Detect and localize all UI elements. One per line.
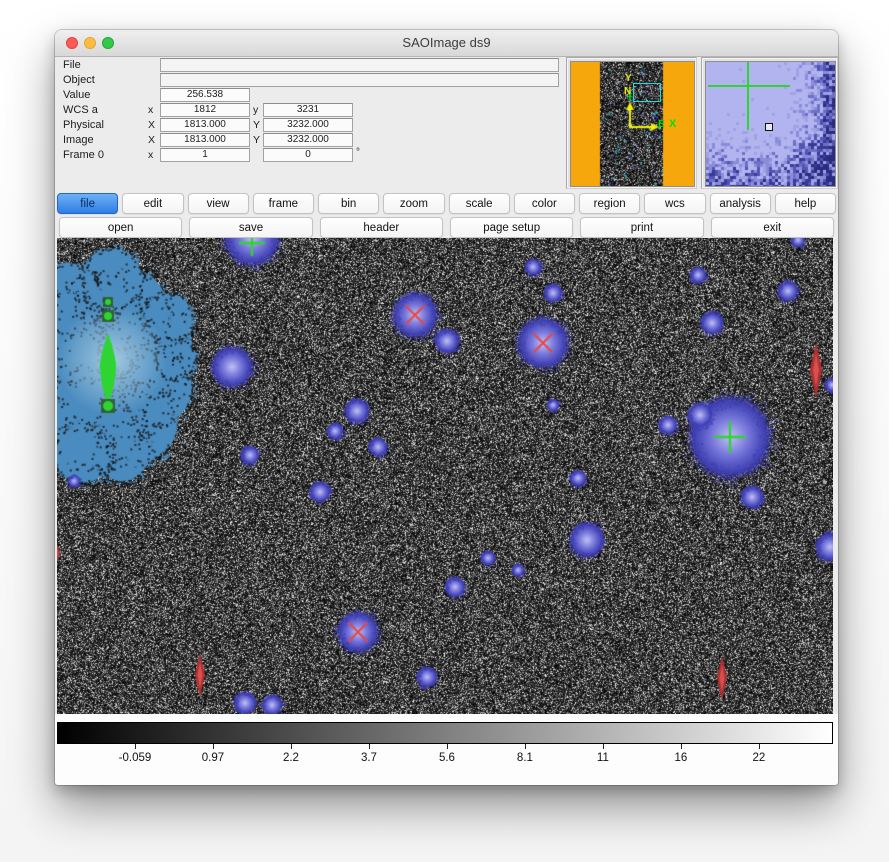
colorbar-tick-label: 8.1 — [517, 752, 533, 764]
info-row-image: Image X 1813.000 Y 3232.000 — [55, 133, 565, 148]
physical-x-field: 1813.000 — [160, 118, 250, 132]
wcs-x-label: x — [148, 104, 153, 116]
print-button[interactable]: print — [580, 217, 703, 238]
frame-x-label: x — [148, 149, 153, 161]
open-button[interactable]: open — [59, 217, 182, 238]
physical-x-label: X — [148, 119, 155, 131]
wcs-label: WCS a — [63, 104, 98, 116]
file-field[interactable] — [160, 58, 559, 72]
file-label: File — [63, 59, 81, 71]
info-row-frame: Frame 0 x 1 0 ° — [55, 148, 565, 163]
physical-label: Physical — [63, 119, 104, 131]
colorbar-tickmark — [213, 744, 214, 749]
image-label: Image — [63, 134, 94, 146]
magnifier-center-box — [765, 123, 773, 131]
colorbar-tickmark — [447, 744, 448, 749]
info-row-file: File — [55, 58, 565, 73]
colorbar-tickmark — [135, 744, 136, 749]
magnifier-crosshair-horizontal — [708, 85, 790, 87]
value-label: Value — [63, 89, 90, 101]
colorbar-tick-label: 3.7 — [361, 752, 377, 764]
exit-button[interactable]: exit — [711, 217, 834, 238]
menu-wcs[interactable]: wcs — [644, 193, 705, 214]
magnifier-crosshair-vertical — [747, 62, 749, 130]
info-panel: File Object Value 256.538 WCS a x 1812 y… — [55, 58, 565, 194]
menu-bar: file edit view frame bin zoom scale colo… — [57, 193, 836, 214]
image-display[interactable] — [57, 238, 833, 714]
frame-zoom-field: 1 — [160, 148, 250, 162]
info-row-wcs: WCS a x 1812 y 3231 — [55, 103, 565, 118]
menu-zoom[interactable]: zoom — [383, 193, 444, 214]
menu-region[interactable]: region — [579, 193, 640, 214]
compass-n-label: N — [624, 87, 631, 97]
compass-y-label: Y — [625, 74, 632, 84]
wcs-y-label: y — [253, 104, 258, 116]
wcs-x-field: 1812 — [160, 103, 250, 117]
colorbar-tick-label: 16 — [674, 752, 687, 764]
info-row-value: Value 256.538 — [55, 88, 565, 103]
menu-analysis[interactable]: analysis — [710, 193, 771, 214]
panner-frame: Y N E X — [566, 57, 697, 189]
object-field[interactable] — [160, 73, 559, 87]
window-title: SAOImage ds9 — [55, 35, 838, 50]
physical-y-field: 3232.000 — [263, 118, 353, 132]
info-row-object: Object — [55, 73, 565, 88]
colorbar-tickmark — [681, 744, 682, 749]
menu-file[interactable]: file — [57, 193, 118, 214]
panner-viewbox[interactable] — [633, 83, 661, 102]
image-y-field: 3232.000 — [263, 133, 353, 147]
colorbar-tick-label: 5.6 — [439, 752, 455, 764]
colorbar[interactable] — [57, 722, 833, 744]
colorbar-tickmark — [759, 744, 760, 749]
colorbar-tickmark — [291, 744, 292, 749]
menu-help[interactable]: help — [775, 193, 836, 214]
menu-scale[interactable]: scale — [449, 193, 510, 214]
frame-label: Frame 0 — [63, 149, 104, 161]
image-x-field: 1813.000 — [160, 133, 250, 147]
menu-bin[interactable]: bin — [318, 193, 379, 214]
colorbar-tick-label: 0.97 — [202, 752, 224, 764]
image-y-label: Y — [253, 134, 260, 146]
frame-angle-field: 0 — [263, 148, 353, 162]
page-setup-button[interactable]: page setup — [450, 217, 573, 238]
ds9-window: SAOImage ds9 File Object Value 256.538 W… — [55, 30, 838, 785]
menu-color[interactable]: color — [514, 193, 575, 214]
colorbar-tick-label: 2.2 — [283, 752, 299, 764]
compass-e-label: E — [658, 120, 665, 130]
magnifier-frame — [701, 57, 838, 189]
colorbar-tick-label: -0.059 — [119, 752, 152, 764]
value-field: 256.538 — [160, 88, 250, 102]
menu-view[interactable]: view — [188, 193, 249, 214]
menu-frame[interactable]: frame — [253, 193, 314, 214]
header-button[interactable]: header — [320, 217, 443, 238]
colorbar-tick-label: 11 — [597, 752, 609, 764]
menu-edit[interactable]: edit — [122, 193, 183, 214]
colorbar-tickmark — [369, 744, 370, 749]
title-bar[interactable]: SAOImage ds9 — [55, 30, 838, 57]
image-x-label: X — [148, 134, 155, 146]
wcs-y-field: 3231 — [263, 103, 353, 117]
object-label: Object — [63, 74, 95, 86]
info-row-physical: Physical X 1813.000 Y 3232.000 — [55, 118, 565, 133]
colorbar-tick-label: 22 — [752, 752, 765, 764]
compass-x-label: X — [669, 119, 676, 129]
save-button[interactable]: save — [189, 217, 312, 238]
colorbar-tickmark — [603, 744, 604, 749]
colorbar-area: -0.059 0.97 2.2 3.7 5.6 8.1 11 16 22 — [55, 714, 838, 785]
degree-symbol: ° — [356, 147, 360, 158]
colorbar-tickmark — [525, 744, 526, 749]
physical-y-label: Y — [253, 119, 260, 131]
file-button-bar: open save header page setup print exit — [57, 217, 836, 238]
